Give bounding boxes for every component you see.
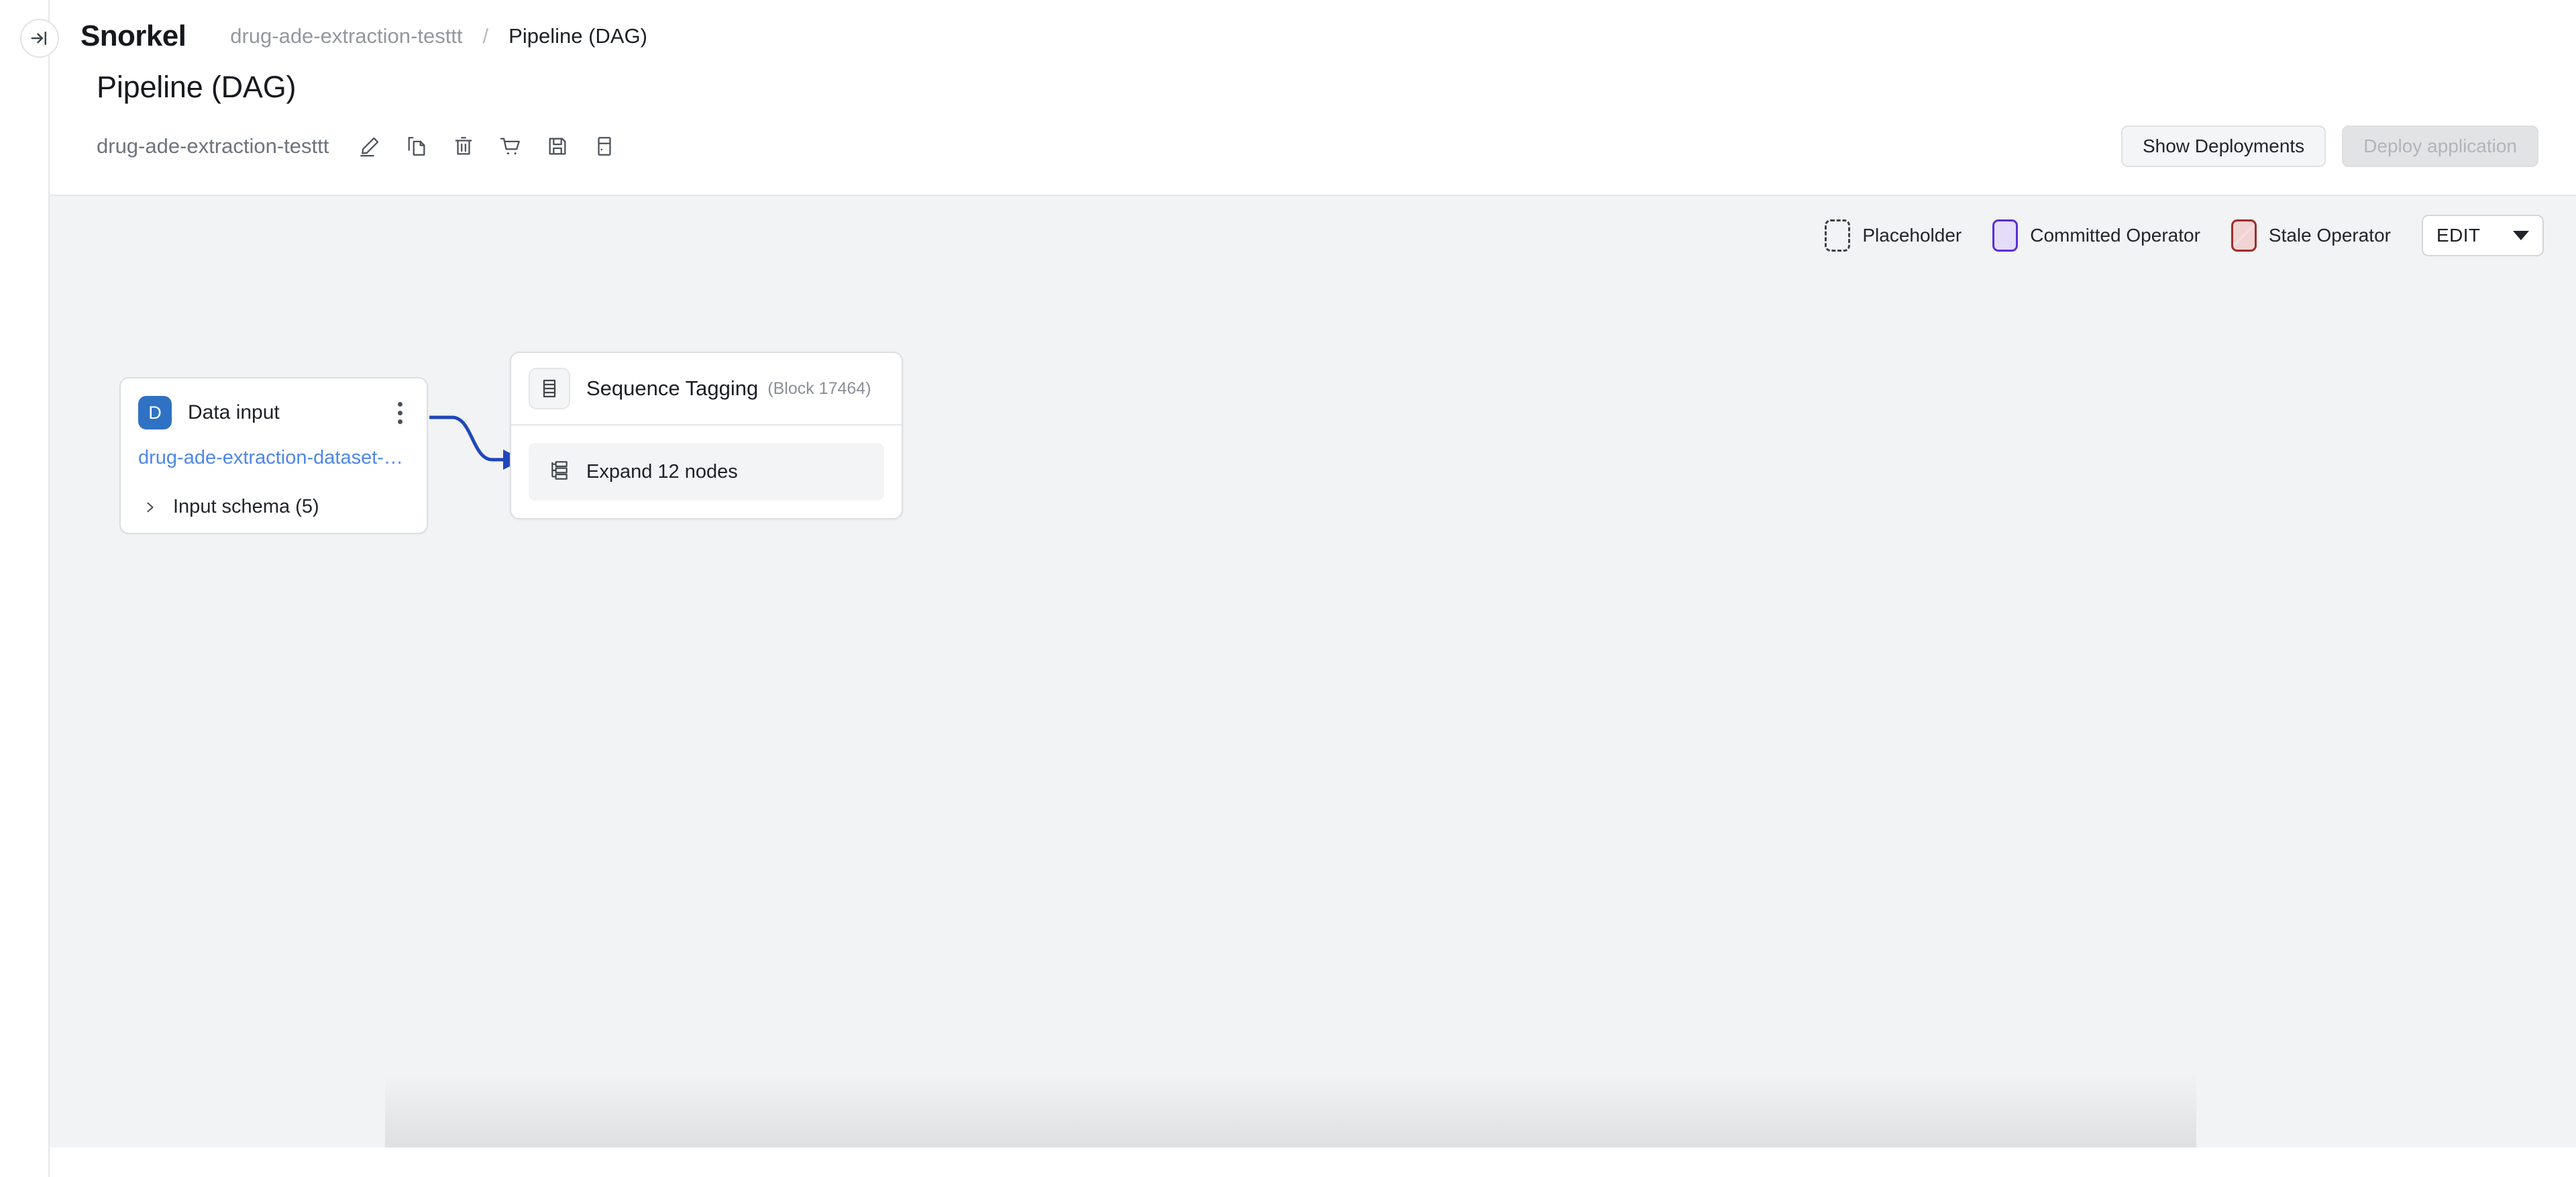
data-input-to-sequence-tagging-edge bbox=[429, 415, 523, 470]
node-data-input-header: D Data input bbox=[138, 396, 409, 429]
toolbar-icons bbox=[352, 128, 623, 164]
chevron-down-icon bbox=[2513, 231, 2529, 240]
legend-item-stale-operator: Stale Operator bbox=[2231, 219, 2391, 252]
legend-label-committed-operator: Committed Operator bbox=[2030, 225, 2200, 246]
canvas-legend: Placeholder Committed Operator Stale Ope… bbox=[1825, 215, 2544, 256]
brand-logo[interactable]: Snorkel bbox=[80, 19, 186, 53]
mode-dropdown-value: EDIT bbox=[2436, 225, 2481, 246]
legend-item-placeholder: Placeholder bbox=[1825, 219, 1962, 252]
input-schema-toggle[interactable]: Input schema (5) bbox=[138, 496, 409, 518]
stale-operator-swatch bbox=[2231, 219, 2257, 252]
pipeline-dag-page: Snorkel drug-ade-extraction-testtt / Pip… bbox=[0, 0, 2576, 1177]
legend-item-committed-operator: Committed Operator bbox=[1992, 219, 2200, 252]
legend-label-placeholder: Placeholder bbox=[1862, 225, 1962, 246]
collapsed-sidebar-rail bbox=[0, 0, 50, 1177]
edit-button[interactable] bbox=[352, 128, 388, 164]
input-schema-label: Input schema (5) bbox=[173, 496, 319, 517]
copy-button[interactable] bbox=[398, 128, 435, 164]
breadcrumb-project[interactable]: drug-ade-extraction-testtt bbox=[230, 24, 462, 48]
edge-layer bbox=[429, 415, 523, 470]
page-header: Snorkel drug-ade-extraction-testtt / Pip… bbox=[50, 0, 2576, 177]
sub-toolbar: drug-ade-extraction-testtt Show Deployme… bbox=[50, 115, 2576, 177]
server-icon bbox=[593, 135, 616, 158]
node-data-input-title: Data input bbox=[188, 401, 280, 423]
node-sequence-tagging-block-id: (Block 17464) bbox=[767, 378, 871, 398]
committed-operator-swatch bbox=[1992, 219, 2019, 252]
node-sequence-tagging-body: Expand 12 nodes bbox=[511, 425, 902, 518]
chevron-right-icon bbox=[138, 499, 161, 516]
hierarchy-icon bbox=[549, 460, 570, 484]
placeholder-swatch bbox=[1825, 219, 1851, 252]
breadcrumb-separator: / bbox=[482, 24, 489, 48]
breadcrumb: drug-ade-extraction-testtt / Pipeline (D… bbox=[230, 24, 647, 48]
dag-canvas[interactable]: Placeholder Committed Operator Stale Ope… bbox=[50, 196, 2576, 1147]
expand-nodes-label: Expand 12 nodes bbox=[586, 460, 738, 482]
header-divider bbox=[50, 195, 2576, 196]
node-sequence-tagging-title: Sequence Tagging bbox=[586, 376, 759, 400]
legend-label-stale-operator: Stale Operator bbox=[2268, 225, 2391, 246]
show-deployments-button[interactable]: Show Deployments bbox=[2121, 125, 2326, 167]
top-bar: Snorkel drug-ade-extraction-testtt / Pip… bbox=[50, 0, 2576, 72]
dataset-link[interactable]: drug-ade-extraction-dataset-07… bbox=[138, 447, 409, 469]
node-sequence-tagging[interactable]: Sequence Tagging (Block 17464) Expand 12… bbox=[510, 352, 903, 519]
expand-sidebar-button[interactable] bbox=[20, 19, 59, 58]
save-icon bbox=[546, 135, 569, 158]
canvas-bottom-shadow bbox=[385, 1074, 2196, 1147]
deploy-application-button: Deploy application bbox=[2342, 125, 2538, 167]
data-input-badge: D bbox=[138, 396, 172, 429]
breadcrumb-current: Pipeline (DAG) bbox=[508, 24, 647, 48]
edit-icon bbox=[358, 135, 381, 158]
kebab-menu-icon[interactable] bbox=[391, 397, 409, 429]
expand-nodes-button[interactable]: Expand 12 nodes bbox=[529, 443, 884, 501]
node-sequence-tagging-header: Sequence Tagging (Block 17464) bbox=[511, 353, 902, 425]
node-data-input[interactable]: D Data input drug-ade-extraction-dataset… bbox=[119, 377, 428, 534]
delete-button[interactable] bbox=[445, 128, 482, 164]
title-row: Pipeline (DAG) bbox=[50, 70, 2576, 105]
expand-sidebar-icon bbox=[30, 28, 50, 48]
application-name: drug-ade-extraction-testtt bbox=[97, 134, 329, 158]
mode-dropdown[interactable]: EDIT bbox=[2422, 215, 2544, 256]
server-button[interactable] bbox=[586, 128, 623, 164]
copy-icon bbox=[405, 135, 428, 158]
cart-button[interactable] bbox=[492, 128, 529, 164]
block-rows-icon bbox=[529, 368, 570, 409]
header-actions: Show Deployments Deploy application bbox=[2121, 125, 2538, 167]
page-title: Pipeline (DAG) bbox=[97, 70, 297, 104]
save-button[interactable] bbox=[539, 128, 576, 164]
delete-icon bbox=[452, 135, 475, 158]
cart-icon bbox=[499, 135, 522, 158]
